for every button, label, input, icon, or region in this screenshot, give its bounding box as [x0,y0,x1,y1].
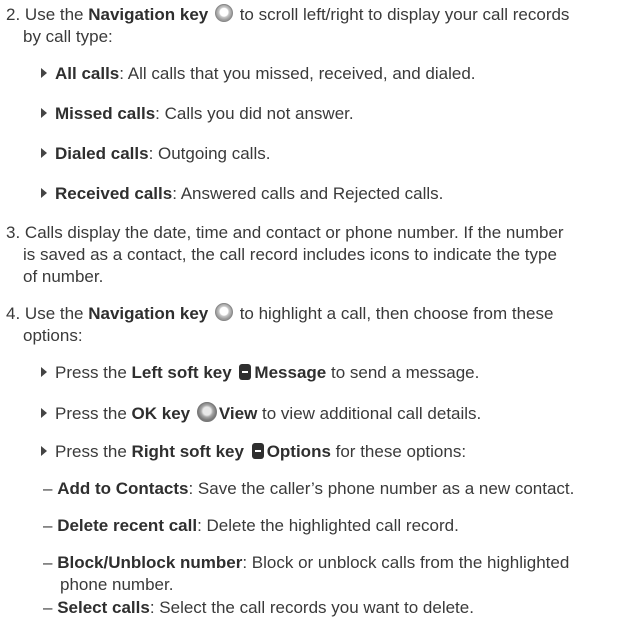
bullet-triangle-icon [41,108,47,118]
navigation-key-icon [214,4,233,22]
bullet-triangle-icon [41,68,47,78]
sub-option-delete-recent-call: – Delete recent call: Delete the highlig… [43,516,459,535]
sub-option-select-calls: – Select calls: Select the call records … [43,598,474,617]
option-right-soft-key: Press the Right soft key Options for the… [41,441,466,463]
list-item-received-calls: Received calls: Answered calls and Rejec… [41,183,443,205]
navigation-key-icon [214,303,233,321]
sub-option-block-unblock-number-line-2: phone number. [60,575,174,594]
step-3-line-1: 3. Calls display the date, time and cont… [6,223,564,242]
step-3-line-2: is saved as a contact, the call record i… [23,245,557,264]
step-2-line-1: 2. Use the Navigation key to scroll left… [6,4,570,24]
navigation-key-label: Navigation key [88,304,209,323]
bullet-triangle-icon [41,408,47,418]
bullet-triangle-icon [41,367,47,377]
bullet-triangle-icon [41,148,47,158]
step-4-line-2: options: [23,326,83,345]
bullet-triangle-icon [41,446,47,456]
list-item-all-calls: All calls: All calls that you missed, re… [41,63,476,85]
navigation-key-label: Navigation key [88,5,209,24]
bullet-triangle-icon [41,188,47,198]
sub-option-block-unblock-number: – Block/Unblock number: Block or unblock… [43,553,570,572]
option-ok-key: Press the OK key View to view additional… [41,402,481,425]
list-item-dialed-calls: Dialed calls: Outgoing calls. [41,143,270,165]
sub-option-add-to-contacts: – Add to Contacts: Save the caller’s pho… [43,479,575,498]
option-left-soft-key: Press the Left soft key Message to send … [41,362,479,384]
soft-key-icon [251,443,264,459]
list-item-missed-calls: Missed calls: Calls you did not answer. [41,103,354,125]
step-2-line-2: by call type: [23,27,113,46]
ok-key-icon [196,402,217,422]
step-3-line-3: of number. [23,267,104,286]
step-4-line-1: 4. Use the Navigation key to highlight a… [6,303,554,323]
soft-key-icon [239,364,252,380]
